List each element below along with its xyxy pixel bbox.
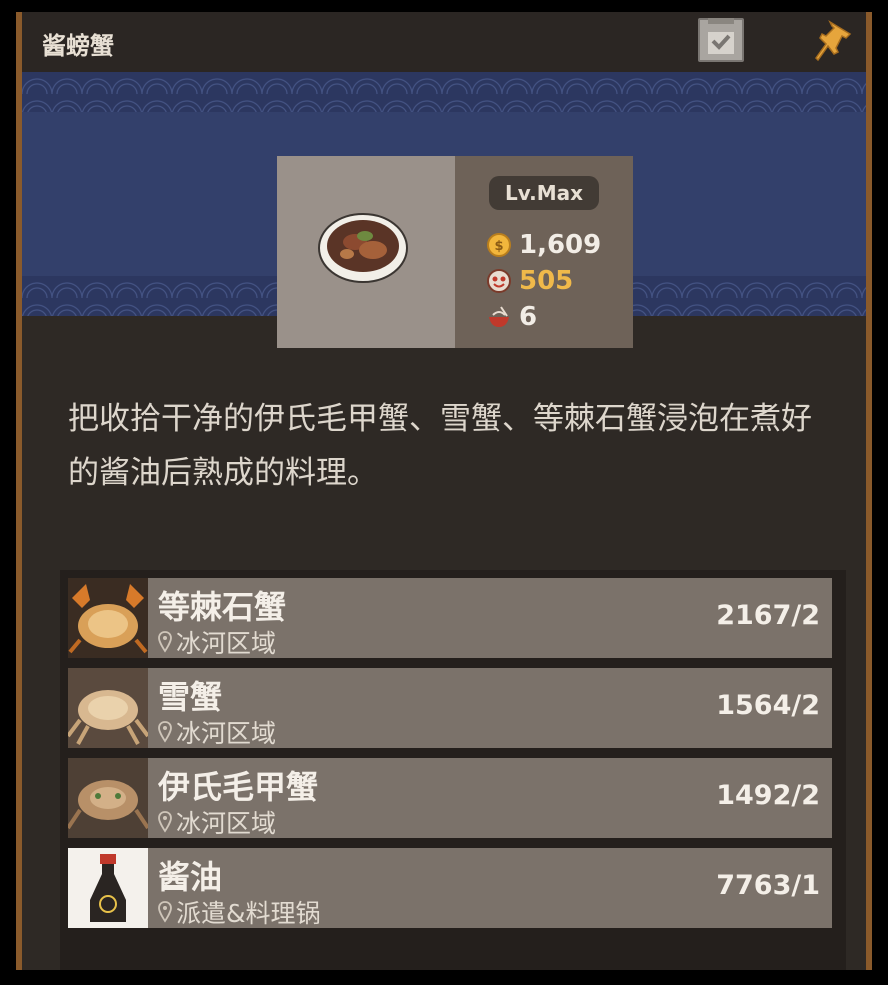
ingredient-thumbnail (68, 848, 148, 928)
location-pin-icon (158, 811, 172, 833)
page-title: 酱螃蟹 (42, 32, 114, 60)
ingredient-location-label: 派遣&料理锅 (176, 899, 321, 928)
ingredient-thumbnail (68, 578, 148, 658)
snow-crab-icon (66, 668, 150, 748)
hairy-crab-icon (66, 758, 150, 838)
ingredient-location-label: 冰河区域 (176, 629, 277, 658)
coin-icon: $ (487, 233, 511, 257)
ingredient-thumbnail (66, 668, 150, 748)
ingredient-thumbnail (66, 758, 150, 838)
bowl-icon (489, 306, 509, 327)
header: 酱螃蟹 (22, 12, 866, 72)
ingredient-row[interactable]: 酱油 派遣&料理锅 7763/1 (68, 848, 832, 928)
collection-button[interactable] (698, 18, 744, 62)
ingredient-count: 1492/2 (716, 780, 820, 811)
dish-banner: Lv.Max $ 1,609 505 6 (22, 72, 866, 348)
ingredient-row[interactable]: 等棘石蟹 冰河区域 2167/2 (68, 578, 832, 658)
location-pin-icon (158, 721, 172, 743)
stone-crab-icon (68, 578, 148, 658)
price-stat: $ 1,609 (487, 230, 601, 260)
location-pin-icon (158, 901, 172, 923)
ingredient-location-label: 冰河区域 (176, 809, 277, 838)
ingredient-name: 伊氏毛甲蟹 (158, 768, 319, 806)
taste-value: 505 (519, 266, 574, 296)
dish-stats-card: Lv.Max $ 1,609 505 6 (455, 156, 633, 348)
ingredient-location: 冰河区域 (158, 804, 276, 840)
ingredient-name: 雪蟹 (158, 678, 223, 716)
ingredient-count: 7763/1 (716, 870, 820, 901)
taste-stat: 505 (487, 266, 573, 296)
ingredient-location: 冰河区域 (158, 624, 276, 660)
pin-icon (815, 20, 852, 62)
ingredient-row[interactable]: 伊氏毛甲蟹 冰河区域 1492/2 (66, 758, 832, 840)
svg-text:$: $ (494, 239, 503, 254)
price-value: 1,609 (519, 230, 602, 260)
dish-description: 把收拾干净的伊氏毛甲蟹、雪蟹、等棘石蟹浸泡在煮好的酱油后熟成的料理。 (68, 401, 812, 491)
location-pin-icon (158, 631, 172, 653)
dish-image (318, 213, 408, 283)
portion-value: 6 (519, 302, 538, 332)
taste-icon (487, 269, 511, 293)
ingredient-location: 派遣&料理锅 (158, 894, 321, 930)
soy-sauce-icon (68, 848, 148, 928)
portion-stat: 6 (487, 302, 537, 332)
ingredient-name: 酱油 (158, 858, 223, 896)
ingredient-name: 等棘石蟹 (158, 588, 287, 626)
collection-check-icon (708, 32, 734, 54)
pin-button[interactable] (812, 18, 856, 66)
ingredient-location-label: 冰河区域 (176, 719, 277, 748)
ingredient-location: 冰河区域 (158, 714, 276, 750)
level-badge: Lv.Max (489, 176, 599, 210)
wave-pattern-top (22, 72, 866, 112)
ingredient-list: 等棘石蟹 冰河区域 2167/2 雪蟹 冰河区域 1564/2 伊氏毛甲蟹 冰河… (60, 570, 846, 970)
recipe-panel: 酱螃蟹 Lv.Max $ 1,609 505 6 把收拾干净的伊氏毛甲蟹、雪蟹、… (16, 12, 872, 970)
ingredient-count: 1564/2 (716, 690, 820, 721)
ingredient-count: 2167/2 (716, 600, 820, 631)
dish-image-card (277, 156, 455, 348)
ingredient-row[interactable]: 雪蟹 冰河区域 1564/2 (66, 668, 832, 750)
